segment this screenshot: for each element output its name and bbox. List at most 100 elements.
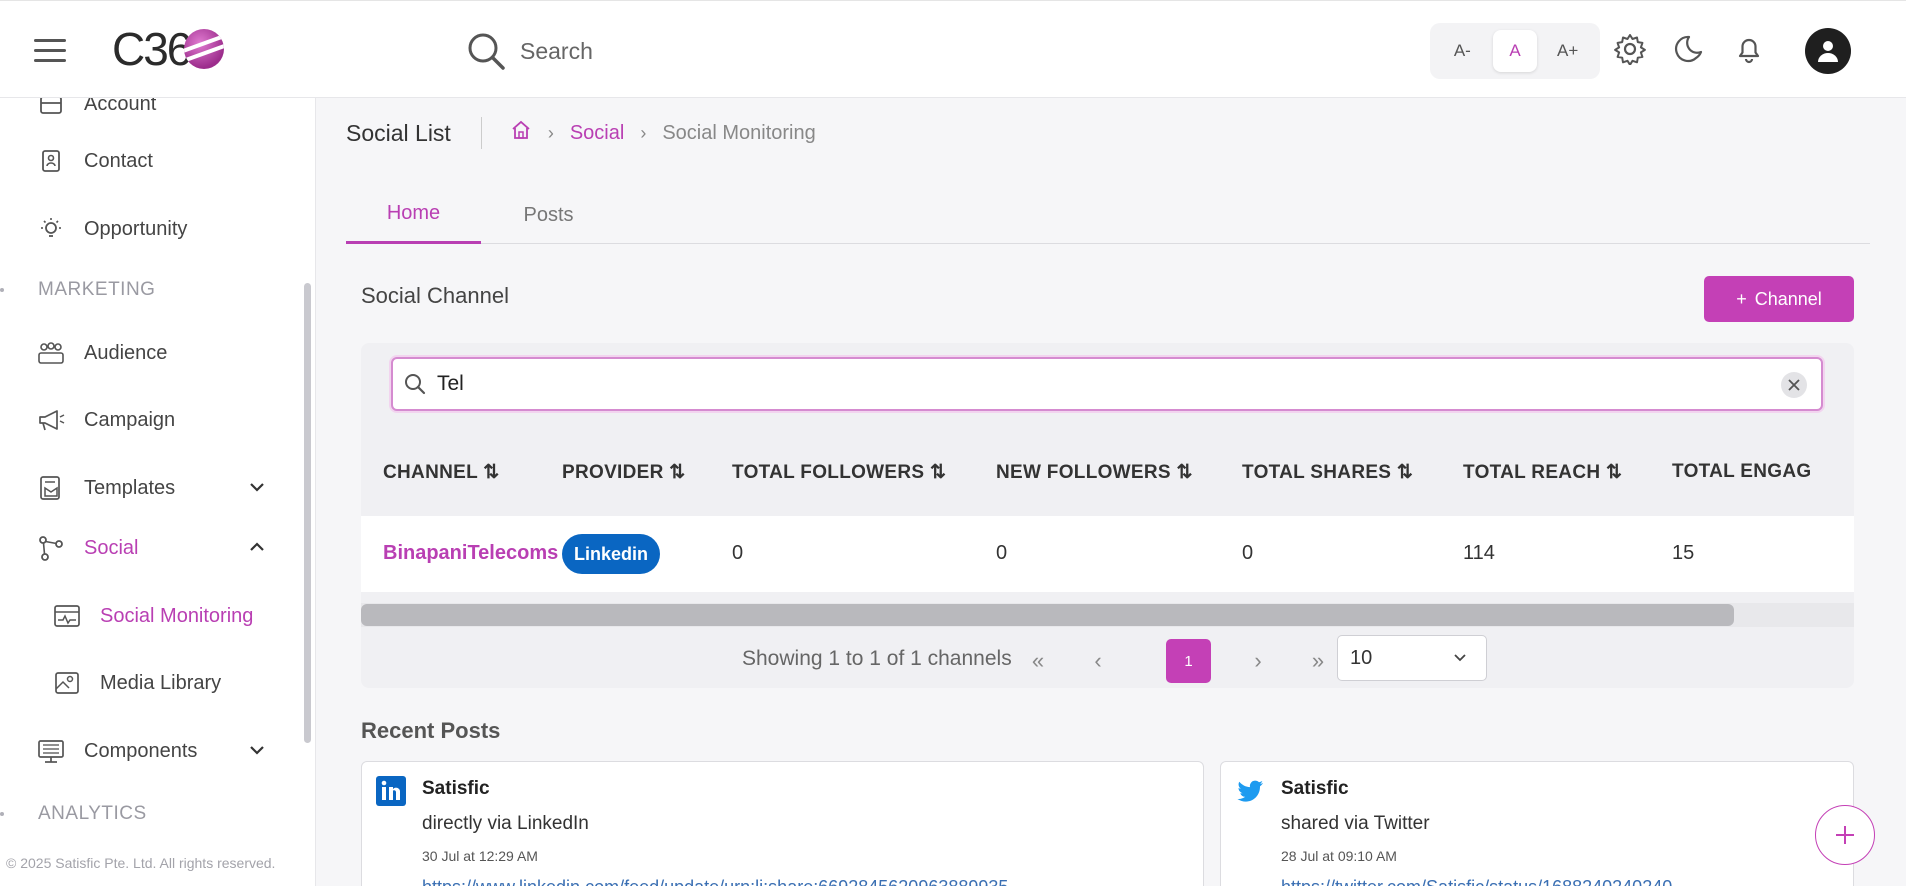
section-dot bbox=[0, 812, 4, 816]
monitoring-icon bbox=[52, 601, 82, 631]
post-card[interactable]: Satisfic directly via LinkedIn 30 Jul at… bbox=[361, 761, 1204, 886]
provider-badge: Linkedin bbox=[562, 534, 661, 574]
linkedin-icon bbox=[376, 776, 406, 806]
breadcrumb-social-monitoring: Social Monitoring bbox=[662, 121, 816, 144]
sidebar-item-label: Social bbox=[84, 536, 139, 559]
social-icon bbox=[36, 533, 66, 563]
sidebar-item-campaign[interactable]: Campaign bbox=[36, 400, 276, 440]
page-title: Social List bbox=[346, 119, 451, 146]
pagination-summary: Showing 1 to 1 of 1 channels bbox=[742, 647, 1012, 670]
bell-icon[interactable] bbox=[1731, 31, 1767, 67]
post-url-link[interactable]: https://www.linkedin.com/feed/update/urn… bbox=[422, 877, 1008, 886]
sidebar-item-label: Campaign bbox=[84, 408, 176, 431]
app-logo[interactable]: C36 bbox=[112, 23, 225, 75]
chevron-right-icon: › bbox=[640, 122, 647, 143]
sidebar-item-social[interactable]: Social bbox=[36, 528, 276, 568]
new-followers-cell: 0 bbox=[996, 542, 1008, 564]
floating-add-button[interactable] bbox=[1815, 805, 1875, 865]
main-content: Social List › Social › Social Monitoring… bbox=[316, 98, 1906, 886]
channel-search bbox=[391, 357, 1823, 411]
sidebar-item-media-library[interactable]: Media Library bbox=[52, 663, 292, 703]
sidebar: Account Contact Opportunity MARKETING Au… bbox=[0, 98, 316, 886]
recent-posts-title: Recent Posts bbox=[361, 718, 501, 743]
tab-posts[interactable]: Posts bbox=[481, 186, 616, 244]
chevron-down-icon bbox=[1452, 648, 1468, 671]
sidebar-scrollbar[interactable] bbox=[304, 283, 311, 743]
column-header-total-shares[interactable]: TOTAL SHARES ⇅ bbox=[1242, 461, 1413, 484]
sidebar-item-label: Audience bbox=[84, 341, 168, 364]
sidebar-item-audience[interactable]: Audience bbox=[36, 333, 276, 373]
logo-text: C36 bbox=[112, 23, 192, 75]
first-page-icon[interactable]: « bbox=[1020, 643, 1056, 679]
clear-search-button[interactable] bbox=[1781, 372, 1807, 398]
post-author: Satisfic bbox=[1281, 778, 1349, 799]
post-date: 30 Jul at 12:29 AM bbox=[422, 848, 538, 864]
chevron-right-icon: › bbox=[547, 122, 554, 143]
sidebar-item-templates[interactable]: Templates bbox=[36, 468, 276, 508]
column-header-provider[interactable]: PROVIDER ⇅ bbox=[562, 461, 685, 484]
font-normal-button[interactable]: A bbox=[1492, 30, 1537, 72]
dark-mode-moon-icon[interactable] bbox=[1672, 31, 1708, 67]
home-icon[interactable] bbox=[510, 119, 532, 147]
sidebar-item-label: Social Monitoring bbox=[100, 604, 254, 627]
section-analytics: ANALYTICS bbox=[38, 803, 147, 824]
gear-icon[interactable] bbox=[1612, 31, 1648, 67]
last-page-icon[interactable]: » bbox=[1300, 643, 1336, 679]
channel-name-link[interactable]: BinapaniTelecoms bbox=[383, 542, 558, 565]
column-header-total-reach[interactable]: TOTAL REACH ⇅ bbox=[1463, 461, 1622, 484]
column-header-total-followers[interactable]: TOTAL FOLLOWERS ⇅ bbox=[732, 461, 946, 484]
page-size-select[interactable]: 10 bbox=[1337, 635, 1487, 681]
components-icon bbox=[36, 736, 66, 766]
column-header-channel[interactable]: CHANNEL ⇅ bbox=[383, 461, 499, 484]
table-row: BinapaniTelecoms Linkedin 0 0 0 114 15 bbox=[361, 516, 1854, 592]
total-reach-cell: 114 bbox=[1463, 542, 1495, 564]
section-marketing: MARKETING bbox=[38, 279, 156, 300]
search-icon bbox=[468, 33, 505, 70]
scrollbar-thumb[interactable] bbox=[361, 604, 1734, 626]
sidebar-item-label: Account bbox=[84, 98, 157, 115]
search-label: Search bbox=[520, 37, 593, 64]
channel-search-input[interactable] bbox=[437, 372, 1737, 396]
plus-icon bbox=[1836, 826, 1854, 844]
font-decrease-button[interactable]: A- bbox=[1440, 30, 1484, 72]
breadcrumb-social[interactable]: Social bbox=[570, 122, 624, 145]
user-avatar[interactable] bbox=[1805, 28, 1851, 74]
account-icon bbox=[36, 98, 66, 119]
page-number-button[interactable]: 1 bbox=[1166, 639, 1211, 683]
total-followers-cell: 0 bbox=[732, 542, 744, 564]
table-horizontal-scrollbar[interactable] bbox=[361, 603, 1854, 627]
logo-globe-icon bbox=[184, 29, 225, 69]
column-header-total-engagement[interactable]: TOTAL ENGAG bbox=[1672, 461, 1811, 483]
tab-home[interactable]: Home bbox=[346, 186, 481, 244]
sidebar-item-label: Components bbox=[84, 739, 198, 762]
post-source: directly via LinkedIn bbox=[422, 813, 589, 834]
sidebar-item-contact[interactable]: Contact bbox=[36, 141, 276, 181]
global-search[interactable]: Search bbox=[466, 29, 593, 73]
post-url-link[interactable]: https://twitter.com/Satisfic/status/1688… bbox=[1281, 877, 1672, 886]
sidebar-item-components[interactable]: Components bbox=[36, 731, 276, 771]
templates-icon bbox=[36, 473, 66, 503]
previous-page-icon[interactable]: ‹ bbox=[1080, 643, 1116, 679]
add-channel-button[interactable]: + Channel bbox=[1704, 276, 1854, 322]
next-page-icon[interactable]: › bbox=[1240, 643, 1276, 679]
font-increase-button[interactable]: A+ bbox=[1546, 30, 1590, 72]
sidebar-item-label: Contact bbox=[84, 149, 153, 172]
copyright-text: © 2025 Satisfic Pte. Ltd. All rights res… bbox=[6, 855, 276, 871]
top-bar: C36 Search A- A A+ bbox=[0, 0, 1906, 98]
sidebar-item-opportunity[interactable]: Opportunity bbox=[36, 209, 276, 249]
sidebar-item-account[interactable]: Account bbox=[36, 98, 276, 124]
social-channel-card: CHANNEL ⇅ PROVIDER ⇅ TOTAL FOLLOWERS ⇅ N… bbox=[361, 343, 1854, 688]
sidebar-item-label: Media Library bbox=[100, 671, 222, 694]
audience-icon bbox=[36, 338, 66, 368]
font-size-group: A- A A+ bbox=[1430, 23, 1600, 79]
chevron-down-icon bbox=[248, 478, 266, 502]
sidebar-item-social-monitoring[interactable]: Social Monitoring bbox=[52, 596, 292, 636]
lightbulb-icon bbox=[36, 214, 66, 244]
breadcrumb-trail: › Social › Social Monitoring bbox=[510, 119, 816, 147]
post-card[interactable]: Satisfic shared via Twitter 28 Jul at 09… bbox=[1220, 761, 1854, 886]
column-header-new-followers[interactable]: NEW FOLLOWERS ⇅ bbox=[996, 461, 1193, 484]
page-size-value: 10 bbox=[1350, 646, 1373, 669]
plus-icon: + bbox=[1736, 288, 1747, 309]
menu-icon[interactable] bbox=[34, 39, 66, 63]
user-icon bbox=[1818, 41, 1838, 62]
